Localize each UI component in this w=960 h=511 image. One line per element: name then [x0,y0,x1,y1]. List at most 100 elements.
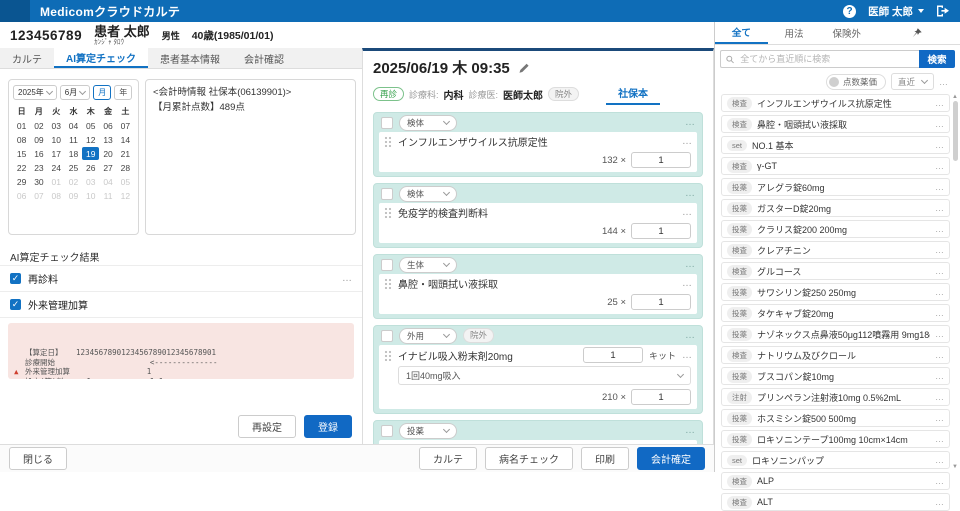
calendar-day[interactable]: 24 [48,161,65,174]
calendar-mode-month-button[interactable]: 月 [93,85,111,100]
list-item[interactable]: 投薬ナゾネックス点鼻液50μg112噴霧用 9mg18g… [721,325,950,343]
calendar-day-muted[interactable]: 02 [65,175,82,188]
reset-button[interactable]: 再設定 [238,415,296,438]
tab-patient-info[interactable]: 患者基本情報 [148,48,232,68]
calendar-day[interactable]: 26 [82,161,99,174]
card-menu-icon[interactable]: … [685,117,695,128]
item-menu-icon[interactable]: … [935,329,944,339]
item-menu-icon[interactable]: … [935,308,944,318]
list-item[interactable]: 検査ALT… [721,493,950,511]
search-button[interactable]: 検索 [919,50,955,68]
calendar-day[interactable]: 01 [13,119,30,132]
item-menu-icon[interactable]: … [935,476,944,486]
list-item[interactable]: 検査鼻腔・咽頭拭い液採取… [721,115,950,133]
list-item[interactable]: setNO.1 基本… [721,136,950,154]
checkbox-unchecked[interactable] [381,425,393,437]
item-menu-icon[interactable]: … [935,371,944,381]
calendar-day-selected[interactable]: 19 [82,147,99,160]
search-input[interactable] [738,53,914,65]
disease-check-button[interactable]: 病名チェック [485,447,573,470]
tab-accounting[interactable]: 会計確認 [232,48,296,68]
calendar-day[interactable]: 30 [30,175,47,188]
user-menu[interactable]: 医師 太郎 [868,4,924,19]
usage-select[interactable]: 1回40mg吸入 [398,366,691,385]
menu-square[interactable] [0,0,30,22]
scrollbar[interactable]: ▲ ▼ [951,94,959,470]
item-menu-icon[interactable]: … [935,350,944,360]
calendar-day[interactable]: 10 [48,133,65,146]
checkbox-unchecked[interactable] [381,330,393,342]
calendar-day[interactable]: 15 [13,147,30,160]
calendar-day-muted[interactable]: 08 [48,189,65,202]
logout-icon[interactable] [936,5,950,17]
scroll-up-icon[interactable]: ▲ [952,94,958,100]
checkbox-unchecked[interactable] [381,188,393,200]
category-select[interactable]: 投薬 [399,423,457,439]
item-menu-icon[interactable]: … [935,497,944,507]
list-item[interactable]: 投薬ロキソニンテープ100mg 10cm×14cm… [721,430,950,448]
card-menu-icon[interactable]: … [685,188,695,199]
right-tab-uninsured[interactable]: 保険外 [820,22,873,44]
item-menu-icon[interactable]: … [935,182,944,192]
list-item[interactable]: 検査グルコース… [721,262,950,280]
list-item[interactable]: 投薬クラリス錠200 200mg… [721,220,950,238]
print-button[interactable]: 印刷 [581,447,629,470]
sort-select[interactable]: 直近 [891,73,934,90]
item-menu-icon[interactable]: … [935,434,944,444]
item-menu-icon[interactable]: … [682,136,692,147]
item-menu-icon[interactable]: … [935,224,944,234]
pin-tab[interactable] [873,22,960,44]
checkbox-unchecked[interactable] [381,259,393,271]
register-button[interactable]: 登録 [304,415,352,438]
calendar-day[interactable]: 06 [99,119,116,132]
item-menu-icon[interactable]: … [935,392,944,402]
calendar-day[interactable]: 11 [65,133,82,146]
calendar-day[interactable]: 16 [30,147,47,160]
calendar-day[interactable]: 25 [65,161,82,174]
calendar-day[interactable]: 05 [82,119,99,132]
points-price-toggle[interactable]: 点数薬価 [826,74,886,90]
calendar-day[interactable]: 04 [65,119,82,132]
scroll-down-icon[interactable]: ▼ [952,464,958,470]
calendar-day[interactable]: 09 [30,133,47,146]
calendar-day[interactable]: 29 [13,175,30,188]
calendar-day[interactable]: 23 [30,161,47,174]
calendar-day-muted[interactable]: 11 [99,189,116,202]
calendar-day[interactable]: 14 [117,133,134,146]
item-menu-icon[interactable]: … [935,413,944,423]
tab-ai-check[interactable]: AI算定チェック [54,48,148,68]
calendar-mode-year-button[interactable]: 年 [114,85,132,100]
help-icon[interactable]: ? [843,5,856,18]
item-menu-icon[interactable]: … [935,266,944,276]
item-menu-icon[interactable]: … [682,278,692,289]
calendar-day[interactable]: 02 [30,119,47,132]
list-item[interactable]: 注射プリンペラン注射液10mg 0.5%2mL… [721,388,950,406]
checkbox-checked-icon[interactable]: ✓ [10,299,21,310]
calendar-day-muted[interactable]: 03 [82,175,99,188]
calendar-day-muted[interactable]: 04 [99,175,116,188]
calendar-day-muted[interactable]: 12 [117,189,134,202]
calendar-day[interactable]: 08 [13,133,30,146]
quantity-input[interactable]: 1 [631,294,691,310]
list-item[interactable]: 投薬タケキャブ錠20mg… [721,304,950,322]
calendar-day-muted[interactable]: 09 [65,189,82,202]
right-tab-usage[interactable]: 用法 [768,22,821,44]
checkbox-checked-icon[interactable]: ✓ [10,273,21,284]
card-menu-icon[interactable]: … [685,425,695,436]
quantity-input[interactable]: 1 [631,152,691,168]
list-menu-icon[interactable]: … [939,77,948,87]
drag-handle-icon[interactable] [384,207,392,218]
calendar-day[interactable]: 22 [13,161,30,174]
list-item[interactable]: 検査クレアチニン… [721,241,950,259]
list-item[interactable]: 検査ALP… [721,472,950,490]
calendar-day[interactable]: 03 [48,119,65,132]
category-select[interactable]: 検体 [399,186,457,202]
item-menu-icon[interactable]: … [935,119,944,129]
quantity-input[interactable]: 1 [583,347,643,363]
item-menu-icon[interactable]: … [935,161,944,171]
calendar-day-muted[interactable]: 10 [82,189,99,202]
calendar-day[interactable]: 27 [99,161,116,174]
karte-button[interactable]: カルテ [419,447,477,470]
card-menu-icon[interactable]: … [685,259,695,270]
calendar-month-select[interactable]: 6月 [60,85,90,100]
